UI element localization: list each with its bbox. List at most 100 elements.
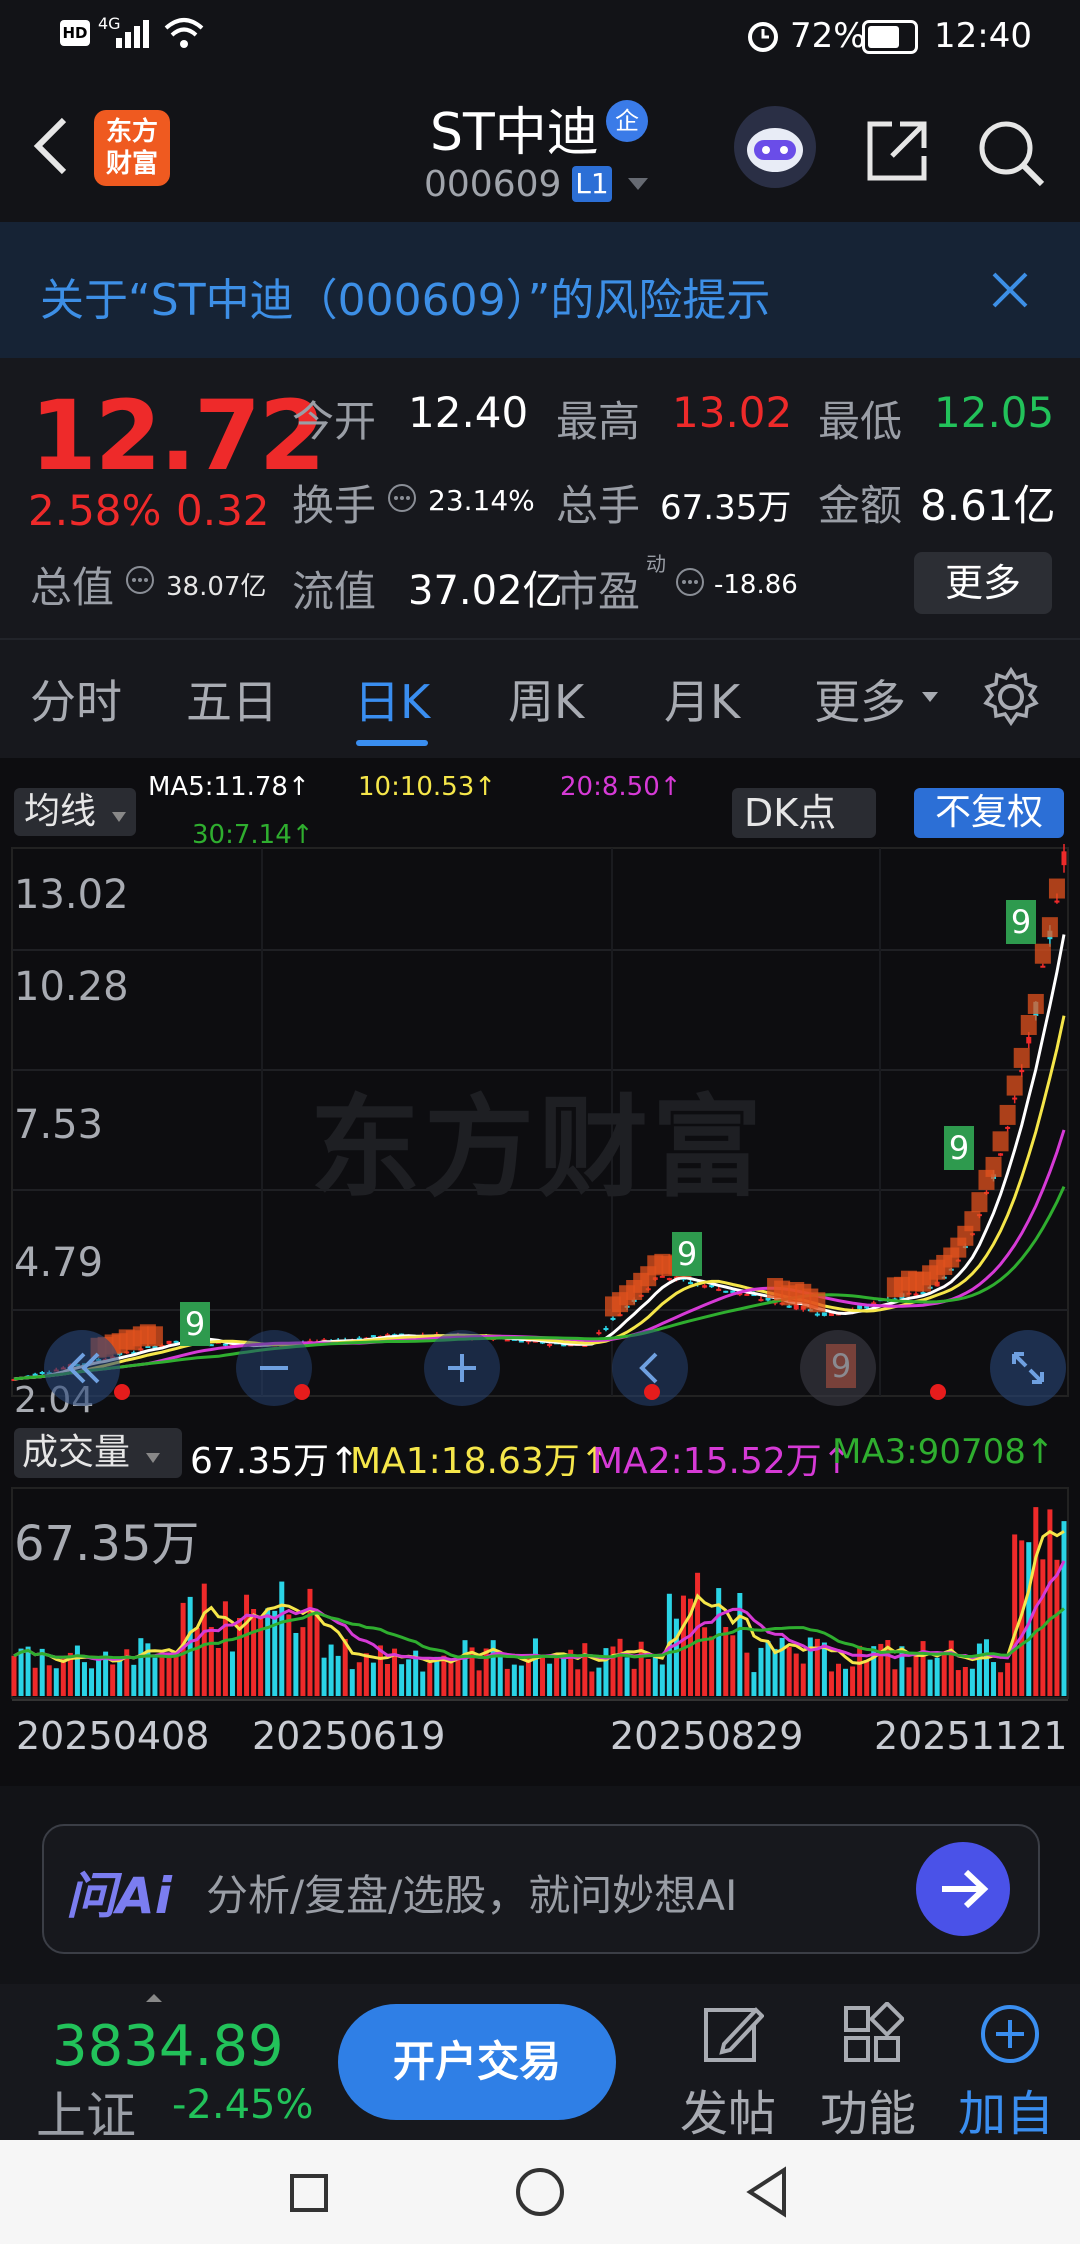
volume-bar bbox=[1047, 1509, 1053, 1696]
dropdown-icon[interactable] bbox=[920, 690, 940, 704]
close-icon[interactable] bbox=[990, 270, 1030, 310]
edit-post-icon[interactable] bbox=[700, 2002, 764, 2066]
ai-submit-button[interactable] bbox=[916, 1842, 1010, 1936]
market-cap: 38.07亿 bbox=[166, 572, 267, 602]
volume-bar bbox=[293, 1632, 299, 1696]
volume-bar bbox=[335, 1655, 341, 1696]
risk-text[interactable]: 关于“ST中迪（000609）”的风险提示 bbox=[40, 264, 770, 328]
ai-robot-avatar[interactable] bbox=[734, 106, 816, 188]
candle-body bbox=[1005, 1126, 1011, 1129]
hd-icon: HD bbox=[60, 20, 90, 46]
reset-button[interactable] bbox=[800, 1330, 876, 1406]
pe-label: 市盈 bbox=[556, 567, 641, 616]
volume-bar bbox=[307, 1588, 313, 1696]
tab-monthly-k[interactable]: 月K bbox=[664, 666, 740, 732]
volume-bar bbox=[1033, 1507, 1039, 1696]
signal-count-marker bbox=[1020, 1014, 1037, 1035]
search-icon[interactable] bbox=[974, 116, 1048, 190]
volume-bar bbox=[1012, 1534, 1018, 1696]
gear-icon[interactable] bbox=[980, 666, 1042, 728]
volume-bar bbox=[617, 1638, 623, 1696]
volume-bar bbox=[476, 1670, 482, 1696]
market-cap-label: 总值 bbox=[30, 563, 115, 612]
level-badge[interactable]: L1 bbox=[572, 166, 612, 202]
signal-count-marker bbox=[1034, 943, 1051, 964]
more-button[interactable]: 更多 bbox=[914, 552, 1052, 614]
functions-label[interactable]: 功能 bbox=[820, 2074, 916, 2144]
volume-bar bbox=[821, 1642, 827, 1696]
candle-body bbox=[702, 1285, 708, 1288]
ai-input-placeholder[interactable]: 分析/复盘/选股，就问妙想AI bbox=[206, 1862, 737, 1923]
volume-bar bbox=[828, 1671, 834, 1696]
volume-bar bbox=[314, 1614, 320, 1696]
volume-bar bbox=[934, 1657, 940, 1696]
volume-bar bbox=[864, 1660, 870, 1696]
fullscreen-button[interactable] bbox=[990, 1330, 1066, 1406]
volume-bar bbox=[215, 1648, 221, 1696]
event-dot[interactable] bbox=[930, 1384, 946, 1400]
candle-body bbox=[1054, 900, 1060, 903]
caret-up-icon[interactable] bbox=[144, 1992, 164, 2004]
candle-body bbox=[758, 1299, 764, 1302]
volume-bar bbox=[589, 1671, 595, 1696]
info-icon[interactable] bbox=[124, 564, 156, 596]
volume-bar bbox=[25, 1646, 31, 1696]
open-account-trade-button[interactable]: 开户交易 bbox=[338, 2004, 616, 2120]
volume-label: 总手 bbox=[556, 481, 641, 530]
share-icon[interactable] bbox=[862, 116, 932, 186]
high-label: 最高 bbox=[556, 397, 641, 446]
volume-bar bbox=[843, 1668, 849, 1696]
ma-selector-button[interactable]: 均线 bbox=[14, 788, 136, 836]
candle-body bbox=[723, 1290, 729, 1293]
ai-ask-box[interactable]: 问Ai 分析/复盘/选股，就问妙想AI bbox=[42, 1824, 1040, 1954]
volume-bar bbox=[166, 1657, 172, 1696]
add-watchlist-label[interactable]: 加自 bbox=[958, 2074, 1054, 2144]
tab-more[interactable]: 更多 bbox=[814, 666, 906, 732]
tab-daily-k[interactable]: 日K bbox=[354, 666, 430, 732]
post-label[interactable]: 发帖 bbox=[680, 2074, 776, 2144]
nine-signal-badge: 9 bbox=[180, 1302, 210, 1346]
index-value[interactable]: 3834.89 bbox=[52, 2014, 284, 2079]
tab-intraday[interactable]: 分时 bbox=[30, 666, 122, 732]
tab-five-day[interactable]: 五日 bbox=[186, 666, 278, 732]
back-arrow-icon[interactable] bbox=[28, 116, 72, 176]
volume-bar bbox=[469, 1647, 475, 1696]
dk-point-button[interactable]: DK点 bbox=[732, 788, 876, 838]
candle-body bbox=[659, 1275, 665, 1278]
event-dot[interactable] bbox=[294, 1384, 310, 1400]
kline-chart-area[interactable]: 均线 MA5:11.78↑ 10:10.53↑ 20:8.50↑ 30:7.14… bbox=[0, 758, 1080, 1786]
event-dot[interactable] bbox=[114, 1384, 130, 1400]
ma-selector-label: 均线 bbox=[24, 791, 97, 832]
tab-weekly-k[interactable]: 周K bbox=[508, 666, 584, 732]
logo-line1: 东方 bbox=[105, 117, 158, 147]
risk-banner[interactable]: 关于“ST中迪（000609）”的风险提示 bbox=[0, 222, 1080, 358]
ma20-value: 20:8.50↑ bbox=[560, 772, 682, 802]
period-tabs: 分时 五日 日K 周K 月K 更多 bbox=[0, 638, 1080, 762]
info-icon[interactable] bbox=[386, 482, 418, 514]
back-triangle-icon[interactable] bbox=[744, 2166, 790, 2218]
volume-bar bbox=[765, 1641, 771, 1696]
index-name[interactable]: 上证 bbox=[36, 2076, 136, 2148]
home-icon[interactable] bbox=[516, 2168, 564, 2216]
scroll-left-button[interactable] bbox=[44, 1330, 120, 1406]
dropdown-icon[interactable] bbox=[626, 176, 650, 192]
event-dot[interactable] bbox=[644, 1384, 660, 1400]
dropdown-icon bbox=[112, 812, 127, 822]
signal-count-marker bbox=[999, 1104, 1016, 1125]
eastmoney-logo[interactable]: 东方 财富 bbox=[94, 110, 170, 186]
no-adjust-button[interactable]: 不复权 bbox=[914, 788, 1064, 838]
volume-indicator-button[interactable]: 成交量 bbox=[14, 1428, 182, 1478]
functions-grid-icon[interactable] bbox=[840, 2002, 904, 2066]
volume-bar bbox=[187, 1596, 193, 1696]
signal-count-marker bbox=[809, 1292, 826, 1313]
zoom-in-button[interactable] bbox=[424, 1330, 500, 1406]
volume-bar bbox=[384, 1663, 390, 1696]
date-tick-4: 20251121 bbox=[874, 1714, 1068, 1758]
recent-apps-icon[interactable] bbox=[290, 2174, 328, 2212]
add-watchlist-icon[interactable] bbox=[978, 2002, 1042, 2066]
logo-line2: 财富 bbox=[105, 149, 158, 179]
info-icon[interactable] bbox=[674, 566, 706, 598]
volume-bar bbox=[800, 1663, 806, 1696]
signal-count-marker bbox=[1027, 993, 1044, 1014]
candle-body bbox=[1040, 965, 1046, 968]
